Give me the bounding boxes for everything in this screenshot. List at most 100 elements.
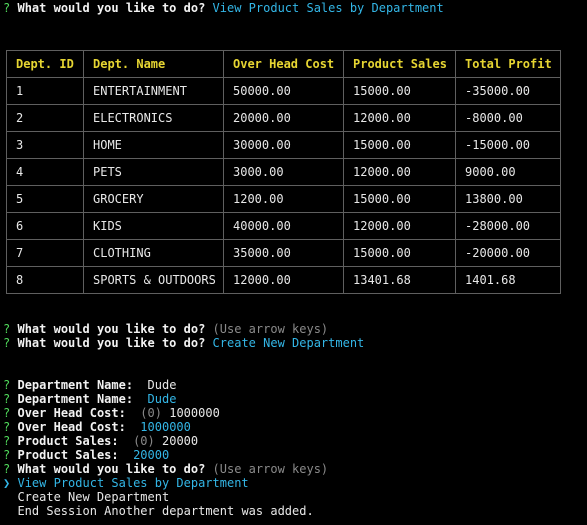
table-row: 3 HOME 30000.00 15000.00 -15000.00 [6,131,561,159]
overhead-label: Over Head Cost: [17,420,126,434]
cell-product-sales: 13401.68 [343,266,456,294]
question-text: What would you like to do? [17,336,206,350]
question-text: What would you like to do? [17,462,206,476]
cell-total-profit: -8000.00 [455,104,561,132]
question-mark: ? [3,392,11,406]
cell-dept-name: PETS [83,158,224,186]
sales-input-line[interactable]: ? Product Sales: (0) 20000 [3,434,198,448]
table-row: 5 GROCERY 1200.00 15000.00 13800.00 [6,185,561,213]
department-sales-table: Dept. ID Dept. Name Over Head Cost Produ… [6,50,561,294]
dept-name-label: Department Name: [17,392,134,406]
cell-total-profit: 1401.68 [455,266,561,294]
cell-dept-id: 6 [6,212,84,240]
cell-total-profit: 9000.00 [455,158,561,186]
table-row: 1 ENTERTAINMENT 50000.00 15000.00 -35000… [6,77,561,105]
sales-value: 20000 [133,448,170,462]
prompt-line-hint: ? What would you like to do? (Use arrow … [3,322,328,336]
cell-overhead-cost: 1200.00 [223,185,344,213]
arrow-keys-hint: (Use arrow keys) [212,322,329,336]
menu-option-create-dept[interactable]: Create New Department [3,490,169,504]
cell-dept-name: SPORTS & OUTDOORS [83,266,224,294]
cell-overhead-cost: 12000.00 [223,266,344,294]
question-text: What would you like to do? [17,1,206,15]
cell-total-profit: -35000.00 [455,77,561,105]
cell-product-sales: 15000.00 [343,239,456,267]
cell-dept-id: 3 [6,131,84,159]
menu-option-view-sales[interactable]: ❯ View Product Sales by Department [3,476,249,490]
header-overhead-cost: Over Head Cost [223,50,344,78]
menu-option-label[interactable]: End Session [17,504,96,518]
dept-name-label: Department Name: [17,378,134,392]
question-mark: ? [3,434,11,448]
arrow-keys-hint: (Use arrow keys) [212,462,329,476]
question-mark: ? [3,322,11,336]
cell-dept-id: 5 [6,185,84,213]
cell-product-sales: 15000.00 [343,77,456,105]
table-header-row: Dept. ID Dept. Name Over Head Cost Produ… [6,50,561,78]
table-row: 6 KIDS 40000.00 12000.00 -28000.00 [6,212,561,240]
cell-overhead-cost: 40000.00 [223,212,344,240]
question-mark: ? [3,448,11,462]
overhead-value: 1000000 [140,420,191,434]
table-row: 4 PETS 3000.00 12000.00 9000.00 [6,158,561,186]
cell-product-sales: 12000.00 [343,104,456,132]
cell-total-profit: -15000.00 [455,131,561,159]
overhead-input-line[interactable]: ? Over Head Cost: (0) 1000000 [3,406,220,420]
prompt-line-menu: ? What would you like to do? (Use arrow … [3,462,328,476]
cell-overhead-cost: 3000.00 [223,158,344,186]
header-dept-name: Dept. Name [83,50,224,78]
question-mark: ? [3,336,11,350]
prompt-line-create-dept: ? What would you like to do? Create New … [3,336,364,350]
cell-dept-id: 1 [6,77,84,105]
cell-overhead-cost: 50000.00 [223,77,344,105]
overhead-answer-line: ? Over Head Cost: 1000000 [3,420,191,434]
cell-product-sales: 15000.00 [343,185,456,213]
terminal-window[interactable]: ? What would you like to do? View Produc… [0,0,587,525]
overhead-typed[interactable]: 1000000 [169,406,220,420]
selected-answer: Create New Department [212,336,365,350]
table-row: 7 CLOTHING 35000.00 15000.00 -20000.00 [6,239,561,267]
menu-option-label[interactable]: View Product Sales by Department [17,476,248,490]
dept-name-input-line[interactable]: ? Department Name: Dude [3,378,176,392]
header-total-profit: Total Profit [455,50,561,78]
dept-name-value: Dude [147,392,177,406]
confirmation-message: Another department was added. [104,504,314,518]
cell-dept-id: 2 [6,104,84,132]
cell-dept-name: ELECTRONICS [83,104,224,132]
header-product-sales: Product Sales [343,50,456,78]
table-row: 8 SPORTS & OUTDOORS 12000.00 13401.68 14… [6,266,561,294]
prompt-line-view-sales: ? What would you like to do? View Produc… [3,1,444,15]
menu-option-label[interactable]: Create New Department [17,490,169,504]
sales-typed[interactable]: 20000 [162,434,198,448]
question-mark: ? [3,378,11,392]
cell-product-sales: 12000.00 [343,158,456,186]
cell-dept-name: GROCERY [83,185,224,213]
cell-overhead-cost: 20000.00 [223,104,344,132]
cell-overhead-cost: 35000.00 [223,239,344,267]
table-row: 2 ELECTRONICS 20000.00 12000.00 -8000.00 [6,104,561,132]
overhead-label: Over Head Cost: [17,406,126,420]
cell-dept-id: 4 [6,158,84,186]
question-mark: ? [3,462,11,476]
cell-product-sales: 12000.00 [343,212,456,240]
header-dept-id: Dept. ID [6,50,84,78]
sales-answer-line: ? Product Sales: 20000 [3,448,169,462]
dept-name-typed[interactable]: Dude [148,378,177,392]
cell-dept-id: 8 [6,266,84,294]
cell-total-profit: -20000.00 [455,239,561,267]
question-mark: ? [3,420,11,434]
cell-dept-name: ENTERTAINMENT [83,77,224,105]
cell-dept-name: KIDS [83,212,224,240]
cell-product-sales: 15000.00 [343,131,456,159]
dept-name-answer-line: ? Department Name: Dude [3,392,176,406]
menu-option-end-session[interactable]: End Session Another department was added… [3,504,314,518]
cell-dept-name: HOME [83,131,224,159]
sales-default: (0) [133,434,155,448]
selected-answer: View Product Sales by Department [212,1,444,15]
question-mark: ? [3,406,11,420]
cell-total-profit: 13800.00 [455,185,561,213]
question-text: What would you like to do? [17,322,206,336]
sales-label: Product Sales: [17,448,119,462]
cell-overhead-cost: 30000.00 [223,131,344,159]
menu-pointer-icon: ❯ [3,476,11,490]
